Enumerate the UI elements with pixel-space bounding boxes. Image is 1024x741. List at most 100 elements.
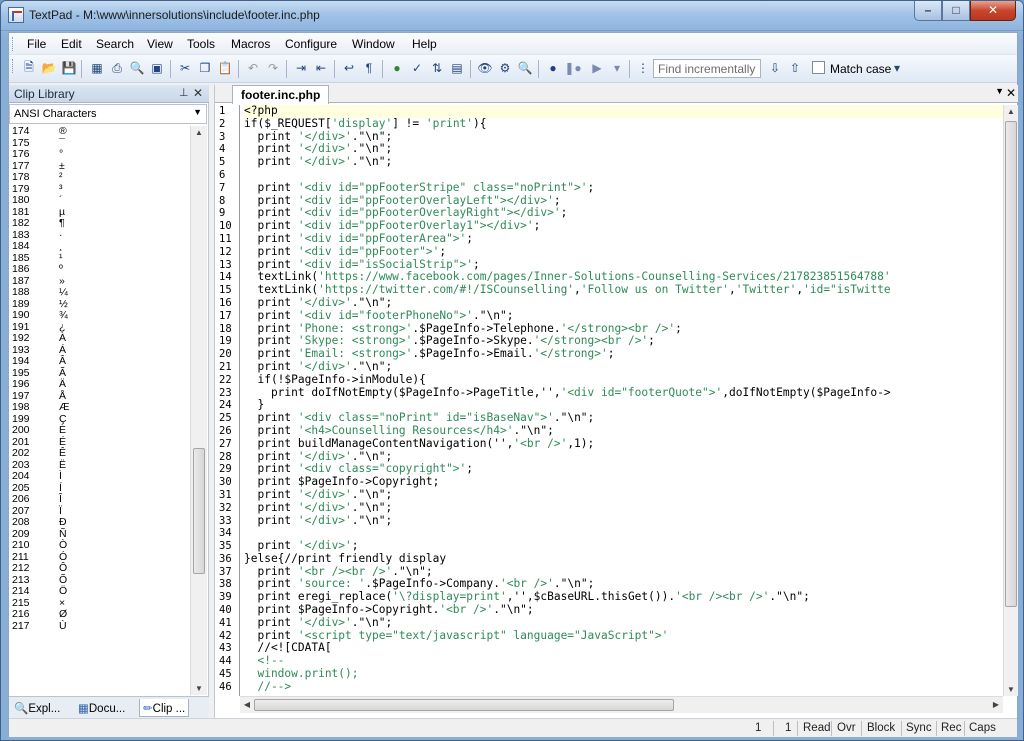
code-line[interactable]: print doIfNotEmpty($PageInfo->PageTitle,… xyxy=(244,387,1003,400)
find-next-down-icon[interactable]: ⇩ xyxy=(767,60,783,76)
maximize-button[interactable]: □ xyxy=(942,1,970,21)
save-icon[interactable]: 💾 xyxy=(61,60,77,76)
paste-icon[interactable]: 📋 xyxy=(217,60,233,76)
clip-list-item[interactable]: 201 É xyxy=(9,436,190,449)
clip-list-item[interactable]: 186 º xyxy=(9,263,190,276)
code-line[interactable]: print 'Email: <strong>'.$PageInfo->Email… xyxy=(244,348,1003,361)
code-line[interactable]: print '<div id="footerPhoneNo">'."\n"; xyxy=(244,310,1003,323)
code-line[interactable]: print '</div>'."\n"; xyxy=(244,131,1003,144)
menu-view[interactable]: View xyxy=(147,37,173,51)
scroll-down-icon[interactable]: ▼ xyxy=(1004,685,1018,694)
scrollbar-thumb[interactable] xyxy=(193,448,205,574)
status-read[interactable]: Read xyxy=(803,722,831,734)
code-line[interactable]: print '</div>'."\n"; xyxy=(244,451,1003,464)
code-line[interactable]: print 'Phone: <strong>'.$PageInfo->Telep… xyxy=(244,323,1003,336)
spelling-icon[interactable]: ✓ xyxy=(409,60,425,76)
clip-list-item[interactable]: 213 Õ xyxy=(9,574,190,587)
clip-list-item[interactable]: 180 ´ xyxy=(9,194,190,207)
clip-list-item[interactable]: 191 ¿ xyxy=(9,321,190,334)
code-line[interactable]: print '<div id="ppFooterStripe" class="n… xyxy=(244,182,1003,195)
menu-configure[interactable]: Configure xyxy=(285,37,337,51)
scroll-left-icon[interactable]: ◀ xyxy=(242,700,252,709)
play-macro-icon[interactable]: ▶ xyxy=(589,60,605,76)
cut-icon[interactable]: ✂ xyxy=(177,60,193,76)
find-in-files-icon[interactable]: 🔍 xyxy=(517,60,533,76)
clip-list-item[interactable]: 217 Ù xyxy=(9,620,190,633)
indent-icon[interactable]: ⇥ xyxy=(293,60,309,76)
open-folder-icon[interactable]: 📂 xyxy=(41,60,57,76)
code-line[interactable]: print '<h4>Counselling Resources</h4>'."… xyxy=(244,425,1003,438)
tab-documents[interactable]: ▦Docu... xyxy=(75,699,128,717)
clip-list-item[interactable]: 210 Ò xyxy=(9,539,190,552)
menu-window[interactable]: Window xyxy=(352,37,395,51)
scroll-down-icon[interactable]: ▼ xyxy=(191,684,207,693)
code-line[interactable]: print $PageInfo->Copyright.'<br />'."\n"… xyxy=(244,604,1003,617)
record-macro-icon[interactable]: ● xyxy=(545,60,561,76)
clip-list-item[interactable]: 188 ¼ xyxy=(9,286,190,299)
code-line[interactable] xyxy=(244,169,1003,182)
code-line[interactable]: print '</div>'."\n"; xyxy=(244,156,1003,169)
scroll-up-icon[interactable]: ▲ xyxy=(1004,107,1018,116)
code-line[interactable]: print '<div class="copyright">'; xyxy=(244,463,1003,476)
code-line[interactable]: print $PageInfo->Copyright; xyxy=(244,476,1003,489)
scrollbar-thumb[interactable] xyxy=(254,699,674,711)
clip-list-item[interactable]: 200 È xyxy=(9,424,190,437)
code-line[interactable]: print '<script type="text/javascript" la… xyxy=(244,630,1003,643)
code-line[interactable]: print '</div>'."\n"; xyxy=(244,143,1003,156)
close-icon[interactable]: ✕ xyxy=(193,86,203,100)
code-line[interactable]: if($_REQUEST['display'] != 'print'){ xyxy=(244,118,1003,131)
code-line[interactable] xyxy=(244,527,1003,540)
code-line[interactable]: print '</div>'."\n"; xyxy=(244,297,1003,310)
code-line[interactable]: print '<div id="ppFooterOverlay1"></div>… xyxy=(244,220,1003,233)
code-line[interactable]: //--> xyxy=(244,681,1003,694)
show-formatting-icon[interactable]: ¶ xyxy=(361,60,377,76)
code-line[interactable]: print '<div id="ppFooterOverlayLeft"></d… xyxy=(244,195,1003,208)
redo-icon[interactable]: ↷ xyxy=(265,60,281,76)
code-line[interactable]: print '</div>'."\n"; xyxy=(244,502,1003,515)
pause-macro-icon[interactable]: ❚● xyxy=(564,60,581,76)
print-icon[interactable]: ⎙ xyxy=(109,60,125,76)
clip-list-item[interactable]: 211 Ó xyxy=(9,551,190,564)
code-line[interactable]: if(!$PageInfo->inModule){ xyxy=(244,374,1003,387)
code-line[interactable]: window.print(); xyxy=(244,668,1003,681)
clip-list-item[interactable]: 190 ¾ xyxy=(9,309,190,322)
menu-help[interactable]: Help xyxy=(412,37,437,51)
new-file-icon[interactable]: 🗎 xyxy=(21,60,37,76)
clip-list-item[interactable]: 184 ¸ xyxy=(9,240,190,253)
clip-list-item[interactable]: 181 µ xyxy=(9,206,190,219)
code-line[interactable]: print '</div>'."\n"; xyxy=(244,361,1003,374)
tab-clip-library[interactable]: ✏Clip ... xyxy=(139,699,190,717)
clip-list-item[interactable]: 179 ³ xyxy=(9,183,190,196)
status-block[interactable]: Block xyxy=(867,722,895,734)
code-line[interactable]: print '<div id="ppFooter">'; xyxy=(244,246,1003,259)
clip-list-item[interactable]: 196 Ä xyxy=(9,378,190,391)
clip-list-item[interactable]: 216 Ø xyxy=(9,608,190,621)
scrollbar-thumb[interactable] xyxy=(1005,121,1017,607)
clip-list-item[interactable]: 203 Ë xyxy=(9,459,190,472)
menu-tools[interactable]: Tools xyxy=(187,37,215,51)
clip-list-item[interactable]: 193 Á xyxy=(9,344,190,357)
clip-list-item[interactable]: 182 ¶ xyxy=(9,217,190,230)
chevron-down-icon[interactable]: ▼ xyxy=(995,86,1004,96)
clip-list-item[interactable]: 214 Ö xyxy=(9,585,190,598)
pin-icon[interactable]: ⊥ xyxy=(179,86,189,99)
clip-list-scrollbar[interactable]: ▲ ▼ xyxy=(190,126,207,695)
scroll-up-icon[interactable]: ▲ xyxy=(191,128,207,137)
clip-list-item[interactable]: 177 ± xyxy=(9,160,190,173)
clip-list-item[interactable]: 202 Ê xyxy=(9,447,190,460)
clip-list-item[interactable]: 194 Â xyxy=(9,355,190,368)
status-overwrite[interactable]: Ovr xyxy=(837,722,856,734)
code-line[interactable]: print '</div>'."\n"; xyxy=(244,617,1003,630)
save-all-icon[interactable]: ▦ xyxy=(89,60,105,76)
clip-list-item[interactable]: 206 Î xyxy=(9,493,190,506)
close-icon[interactable]: ✕ xyxy=(1006,86,1016,100)
find-previous-up-icon[interactable]: ⇧ xyxy=(787,60,803,76)
menubar-grip[interactable] xyxy=(12,37,15,51)
code-line[interactable]: print 'Skype: <strong>'.$PageInfo->Skype… xyxy=(244,335,1003,348)
clip-list-item[interactable]: 189 ½ xyxy=(9,298,190,311)
compare-icon[interactable]: ▤ xyxy=(449,60,465,76)
clip-list-item[interactable]: 204 Ì xyxy=(9,470,190,483)
status-sync[interactable]: Sync xyxy=(906,722,932,734)
code-line[interactable]: print '</div>'."\n"; xyxy=(244,515,1003,528)
editor-horizontal-scrollbar[interactable]: ◀ ▶ xyxy=(240,696,1003,713)
